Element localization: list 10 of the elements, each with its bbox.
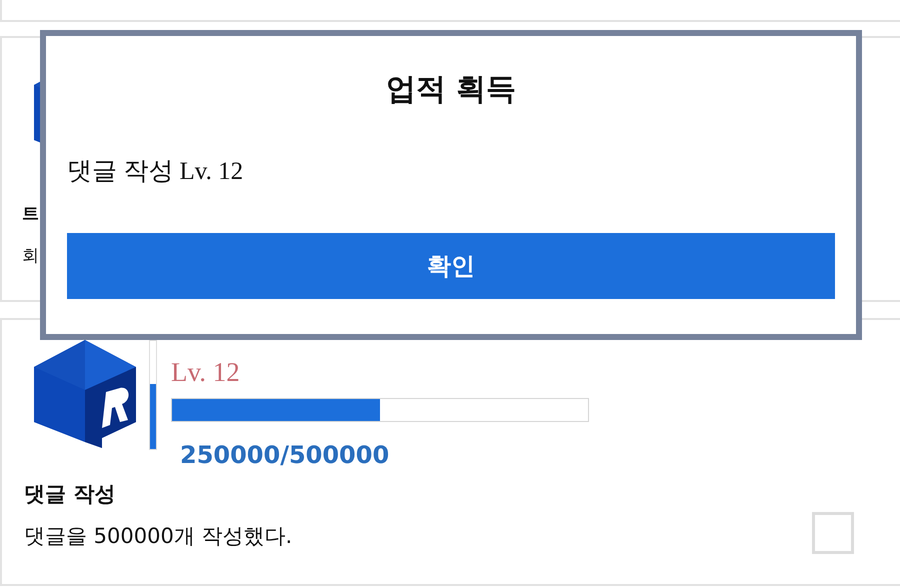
confirm-button[interactable]: 확인 — [67, 233, 835, 299]
progress-count: 250000/500000 — [180, 440, 390, 470]
dialog-title: 업적 획득 — [386, 71, 516, 109]
dialog-message: 댓글 작성 Lv. 12 — [67, 157, 244, 187]
achievement-description: 회 — [22, 245, 39, 268]
level-label: Lv. 12 — [171, 356, 241, 388]
achievement-description: 댓글을 500000개 작성했다. — [24, 523, 292, 550]
achievement-title: 댓글 작성 — [24, 481, 116, 508]
checkbox[interactable] — [812, 512, 854, 554]
achievement-title: 트 — [22, 203, 39, 226]
